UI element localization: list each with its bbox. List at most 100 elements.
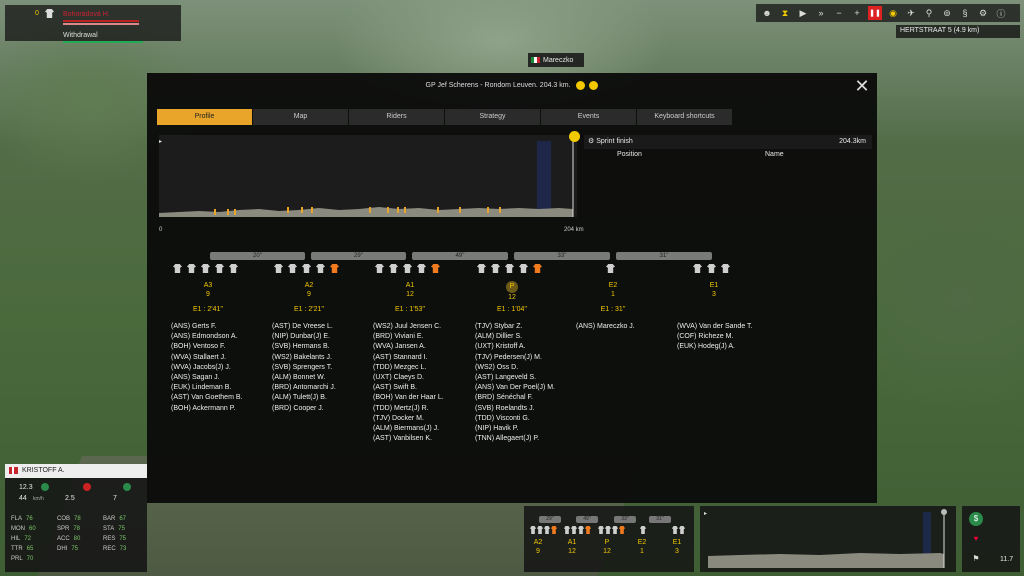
finish-flag-icon[interactable]: ⚑: [969, 552, 983, 566]
stat-value: 76: [26, 516, 33, 522]
tab-map[interactable]: Map: [253, 109, 348, 125]
plus-icon[interactable]: +: [850, 6, 864, 20]
group-label[interactable]: A1 12: [380, 281, 440, 299]
group-count: 3: [712, 291, 716, 298]
tab-keyboard-shortcuts[interactable]: Keyboard shortcuts: [637, 109, 732, 125]
money-icon[interactable]: $: [969, 512, 983, 526]
player-tag[interactable]: Mareczko: [528, 53, 584, 67]
tab-profile[interactable]: Profile: [157, 109, 252, 125]
eye-icon[interactable]: ◉: [886, 6, 900, 20]
rider-list-item[interactable]: (WS2) Juul Jensen C.: [373, 322, 473, 332]
group-label[interactable]: A2 9: [279, 281, 339, 299]
jersey-icon: [215, 264, 224, 273]
rider-list-item[interactable]: (TJV) Pedersen(J) M.: [475, 353, 575, 363]
rider-list-item[interactable]: (EUK) Hodeg(J) A.: [677, 342, 777, 352]
rider-list-item[interactable]: (ALM) Biermans(J) J.: [373, 424, 473, 434]
jersey-icon: [389, 264, 398, 273]
tab-strategy[interactable]: Strategy: [445, 109, 540, 125]
bike-icon[interactable]: ⚲: [922, 6, 936, 20]
heart-rate-icon[interactable]: ♥: [969, 532, 983, 546]
group-name: E1: [709, 282, 719, 289]
rider-list-item[interactable]: (TDD) Mertz(J) R.: [373, 404, 473, 414]
helicopter-icon[interactable]: ✈: [904, 6, 918, 20]
rider-list-item[interactable]: (ANS) Edmondson A.: [171, 332, 271, 342]
mini-gap-1: 29'': [539, 516, 561, 523]
rider-list-item[interactable]: (AST) Swift B.: [373, 383, 473, 393]
tab-events[interactable]: Events: [541, 109, 636, 125]
group-rider-list: (WVA) Van der Sande T. (COF) Richeze M. (E…: [677, 322, 777, 353]
stage-profile[interactable]: ▸: [159, 135, 577, 217]
rider-card[interactable]: KRISTOFF A. 12.3 44 km/h 2.5 7 FLA 76 COB 7…: [5, 464, 147, 572]
jersey-icon: [431, 264, 440, 273]
rider-list-item[interactable]: (BOH) Ventoso F.: [171, 342, 271, 352]
rider-list-item[interactable]: (SVB) Roelandts J.: [475, 404, 575, 414]
rider-list-item[interactable]: (ALM) Dillier S.: [475, 332, 575, 342]
minus-icon[interactable]: −: [832, 6, 846, 20]
svg-text:▸: ▸: [704, 511, 707, 517]
rider-list-item[interactable]: (TJV) Stybar Z.: [475, 322, 575, 332]
rider-list-item[interactable]: (ANS) Sagan J.: [171, 373, 271, 383]
group-jerseys: [693, 264, 735, 273]
rider-list-item[interactable]: (BOH) Van der Haar L.: [373, 393, 473, 403]
rider-list-item[interactable]: (AST) Langeveld S.: [475, 373, 575, 383]
rider-list-item[interactable]: (UXT) Claeys D.: [373, 373, 473, 383]
rider-list-item[interactable]: (WVA) Jansen A.: [373, 342, 473, 352]
gap-5: 31'': [616, 252, 712, 260]
rider-list-item[interactable]: (ANS) Van Der Poel(J) M.: [475, 383, 575, 393]
rider-list-item[interactable]: (TDD) Visconti G.: [475, 414, 575, 424]
bottom-group-summary[interactable]: 29'' 49'' 33'' 31'' A2 9 A1 12 P 12 E2 1 E1 3: [524, 506, 694, 572]
group-jerseys: [477, 264, 547, 273]
rider-list-item[interactable]: (EUK) Lindeman B.: [171, 383, 271, 393]
close-icon[interactable]: ✕: [853, 77, 871, 95]
rider-list-item[interactable]: (BOH) Ackermann P.: [171, 404, 271, 414]
rider-list-item[interactable]: (BRD) Viviani E.: [373, 332, 473, 342]
rider-list-item[interactable]: (SVB) Hermans B.: [272, 342, 372, 352]
stat-label: FLA: [11, 516, 23, 522]
rider-list-item[interactable]: (TNN) Allegaert(J) P.: [475, 434, 575, 444]
mini-gap-3: 33'': [614, 516, 636, 523]
rider-list-item[interactable]: (AST) Stannard I.: [373, 353, 473, 363]
fast-forward-icon[interactable]: »: [814, 6, 828, 20]
rider-list-item[interactable]: (BRD) Sénéchal F.: [475, 393, 575, 403]
rider-list-item[interactable]: (COF) Richeze M.: [677, 332, 777, 342]
info-icon[interactable]: ⓘ: [994, 6, 1008, 20]
rider-list-item[interactable]: (NIP) Havik P.: [475, 424, 575, 434]
jersey-icon: [375, 264, 384, 273]
pause-icon[interactable]: ❚❚: [868, 6, 882, 20]
rider-list-item[interactable]: (TDD) Mezgec L.: [373, 363, 473, 373]
group-label[interactable]: E1 3: [684, 281, 744, 299]
jersey-icon: [505, 264, 514, 273]
rider-list-item[interactable]: (TJV) Docker M.: [373, 414, 473, 424]
group-label[interactable]: P 12: [482, 281, 542, 302]
rider-list-item[interactable]: (WS2) Bakelants J.: [272, 353, 372, 363]
rider-list-item[interactable]: (WVA) Stallaert J.: [171, 353, 271, 363]
group-label[interactable]: E2 1: [583, 281, 643, 299]
settings-icon[interactable]: ⚙: [976, 6, 990, 20]
mini-profile[interactable]: ▸: [700, 506, 956, 572]
rider-list-item[interactable]: (AST) Van Goethem B.: [171, 393, 271, 403]
rider-list-item[interactable]: (AST) De Vreese L.: [272, 322, 372, 332]
stat-label: TTR: [11, 546, 23, 552]
tab-riders[interactable]: Riders: [349, 109, 444, 125]
rider-list-item[interactable]: (NIP) Dunbar(J) E.: [272, 332, 372, 342]
rider-list-item[interactable]: (ALM) Tulett(J) B.: [272, 393, 372, 403]
rider-list-item[interactable]: (WVA) Jacobs(J) J.: [171, 363, 271, 373]
rider-list-item[interactable]: (AST) Vanbilsen K.: [373, 434, 473, 444]
rider-list-item[interactable]: (WVA) Van der Sande T.: [677, 322, 777, 332]
play-icon[interactable]: ▶: [796, 6, 810, 20]
group-label[interactable]: A3 9: [178, 281, 238, 299]
rider-icon[interactable]: ☻: [760, 6, 774, 20]
tactics-icon[interactable]: ⊚: [940, 6, 954, 20]
group-widget[interactable]: 0 Bohorádová H. Withdrawal: [5, 5, 181, 43]
rider-list-item[interactable]: (UXT) Kristoff A.: [475, 342, 575, 352]
rider-list-item[interactable]: (BRD) Cooper J.: [272, 404, 372, 414]
rider-list-item[interactable]: (ANS) Mareczko J.: [576, 322, 676, 332]
rider-list-item[interactable]: (BRD) Antomarchi J.: [272, 383, 372, 393]
speed-icon: [41, 483, 49, 491]
hourglass-icon[interactable]: ⧗: [778, 6, 792, 20]
rider-list-item[interactable]: (WS2) Oss D.: [475, 363, 575, 373]
rider-list-item[interactable]: (ANS) Gerts F.: [171, 322, 271, 332]
rider-list-item[interactable]: (SVB) Sprengers T.: [272, 363, 372, 373]
rider-list-item[interactable]: (ALM) Bonnet W.: [272, 373, 372, 383]
weather-icon[interactable]: §: [958, 6, 972, 20]
